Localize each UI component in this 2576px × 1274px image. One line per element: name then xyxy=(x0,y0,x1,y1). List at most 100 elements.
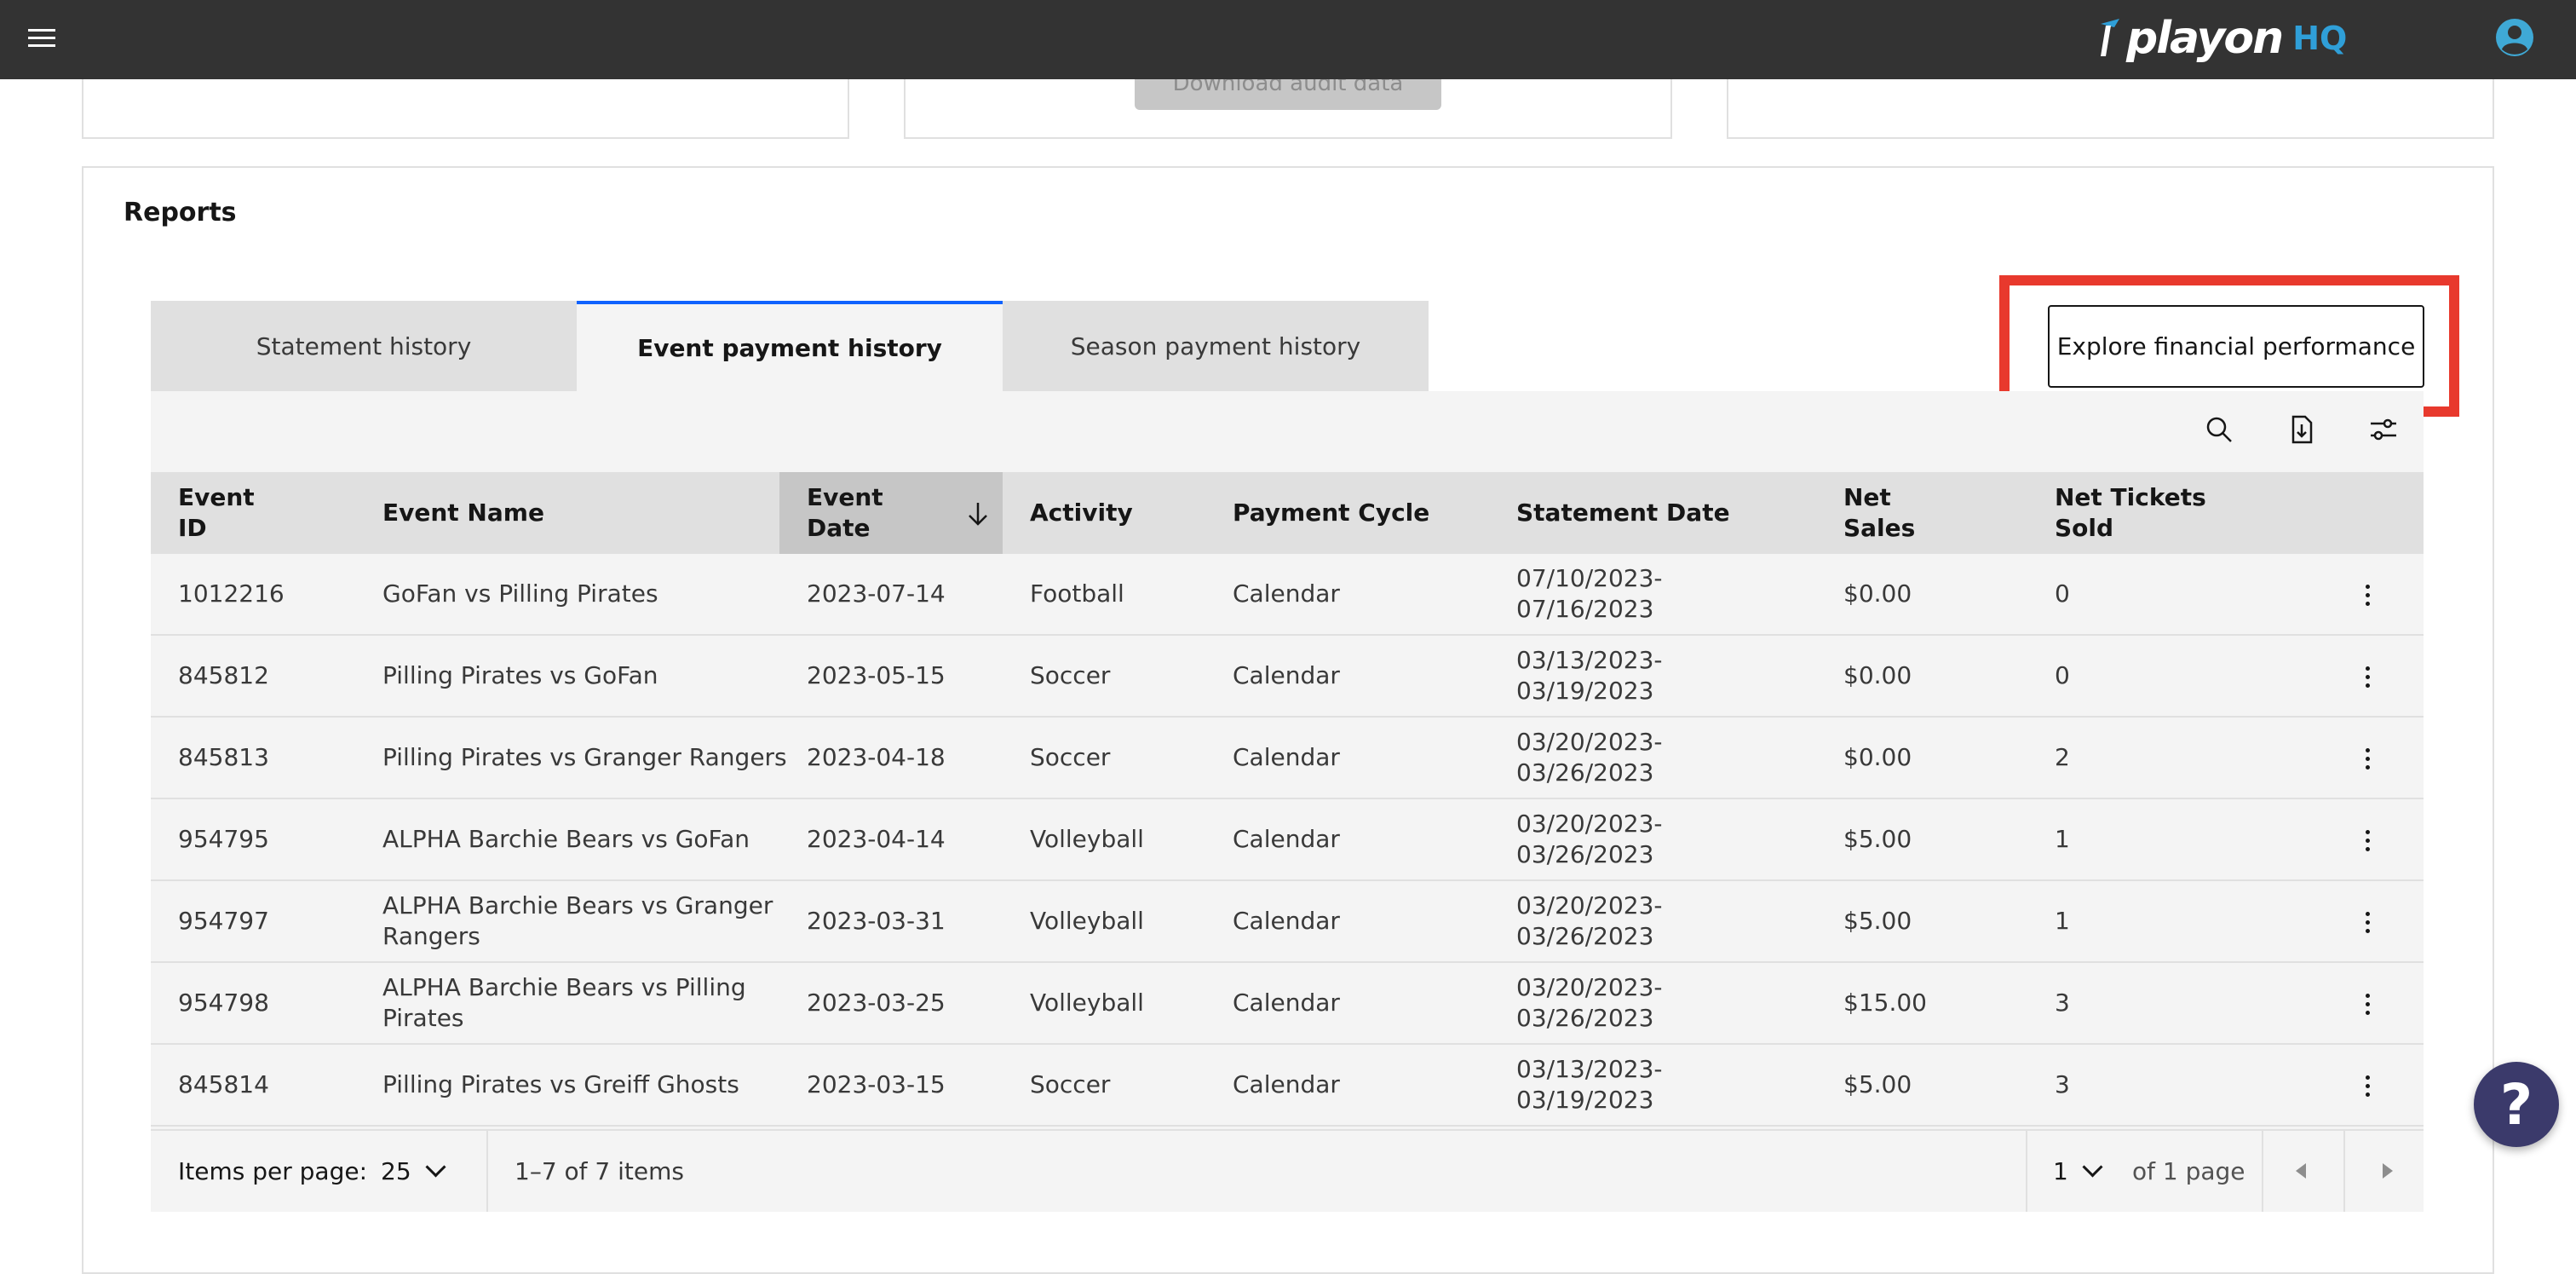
search-icon[interactable] xyxy=(2202,412,2236,447)
tab-label: Statement history xyxy=(256,331,472,360)
table-row[interactable]: 845812 Pilling Pirates vs GoFan 2023-05-15… xyxy=(151,636,2424,718)
cell-event-date: 2023-04-18 xyxy=(807,743,946,771)
cell-statement-date: 03/13/2023- 03/19/2023 xyxy=(1516,646,1663,705)
table-row[interactable]: 954798 ALPHA Barchie Bears vs Pilling Pir… xyxy=(151,963,2424,1045)
overflow-menu-icon[interactable] xyxy=(2350,741,2384,775)
column-header-net-tickets-sold[interactable]: Net Tickets Sold xyxy=(2055,472,2206,554)
cell-event-id: 954797 xyxy=(178,907,269,935)
table-header: Event ID Event Name Event Date Activity … xyxy=(151,472,2424,554)
cell-event-id: 954798 xyxy=(178,989,269,1017)
cell-event-name: Pilling Pirates vs GoFan xyxy=(382,661,658,689)
tab-label: Event payment history xyxy=(637,333,942,362)
column-header-net-sales[interactable]: Net Sales xyxy=(1843,472,1915,554)
page-select[interactable]: 1 xyxy=(2053,1131,2103,1212)
tab-statement-history[interactable]: Statement history xyxy=(151,301,577,391)
overflow-menu-icon[interactable] xyxy=(2350,660,2384,694)
cell-net-sales: $0.00 xyxy=(1843,743,1912,771)
cell-event-id: 845813 xyxy=(178,743,269,771)
table-row[interactable]: 954797 ALPHA Barchie Bears vs Granger Ran… xyxy=(151,881,2424,963)
download-audit-data-button[interactable]: Download audit data xyxy=(1135,79,1441,110)
column-header-event-date[interactable]: Event Date xyxy=(779,472,1003,554)
column-header-event-name[interactable]: Event Name xyxy=(382,472,544,554)
cell-event-name: ALPHA Barchie Bears vs GoFan xyxy=(382,825,750,853)
page-total-text: of 1 page xyxy=(2132,1157,2245,1185)
summary-card-left xyxy=(82,79,849,139)
next-page-icon[interactable] xyxy=(2383,1163,2393,1179)
items-per-page-label: Items per page: xyxy=(178,1157,368,1185)
cell-statement-date: 03/20/2023- 03/26/2023 xyxy=(1516,973,1663,1032)
overflow-menu-icon[interactable] xyxy=(2350,578,2384,612)
cell-event-date: 2023-03-31 xyxy=(807,907,946,935)
cell-statement-date: 03/20/2023- 03/26/2023 xyxy=(1516,728,1663,787)
cell-event-date: 2023-04-14 xyxy=(807,825,946,853)
cell-event-id: 954795 xyxy=(178,825,269,853)
overflow-menu-icon[interactable] xyxy=(2350,1069,2384,1103)
tab-season-payment-history[interactable]: Season payment history xyxy=(1003,301,1429,391)
cell-net-tickets-sold: 1 xyxy=(2055,825,2070,853)
playon-hq-logo[interactable]: playon HQ xyxy=(2097,10,2347,66)
pagination-bar: Items per page: 25 1–7 of 7 items 1 of 1… xyxy=(151,1129,2424,1212)
column-header-activity[interactable]: Activity xyxy=(1030,472,1133,554)
cell-activity: Volleyball xyxy=(1030,989,1144,1017)
items-per-page-select[interactable]: 25 xyxy=(381,1131,446,1212)
items-per-page-value: 25 xyxy=(381,1157,411,1185)
user-avatar-icon[interactable] xyxy=(2494,17,2535,58)
cell-event-date: 2023-07-14 xyxy=(807,579,946,608)
pager-divider xyxy=(2026,1131,2027,1212)
chevron-down-icon xyxy=(425,1156,446,1178)
cell-event-name: GoFan vs Pilling Pirates xyxy=(382,579,658,608)
top-navigation-bar: playon HQ xyxy=(0,0,2576,79)
cell-event-id: 1012216 xyxy=(178,579,285,608)
cell-net-tickets-sold: 3 xyxy=(2055,989,2070,1017)
cell-payment-cycle: Calendar xyxy=(1233,825,1340,853)
cell-event-date: 2023-05-15 xyxy=(807,661,946,689)
cell-activity: Soccer xyxy=(1030,1070,1111,1098)
overflow-menu-icon[interactable] xyxy=(2350,823,2384,857)
column-header-payment-cycle[interactable]: Payment Cycle xyxy=(1233,472,1429,554)
cell-statement-date: 03/20/2023- 03/26/2023 xyxy=(1516,810,1663,868)
cell-event-id: 845812 xyxy=(178,661,269,689)
cell-net-sales: $0.00 xyxy=(1843,579,1912,608)
table-row[interactable]: 845813 Pilling Pirates vs Granger Rangers… xyxy=(151,718,2424,799)
cell-payment-cycle: Calendar xyxy=(1233,1070,1340,1098)
cell-net-tickets-sold: 0 xyxy=(2055,661,2070,689)
cell-activity: Soccer xyxy=(1030,661,1111,689)
column-header-event-id[interactable]: Event ID xyxy=(178,472,255,554)
explore-financial-performance-button[interactable]: Explore financial performance xyxy=(2048,305,2424,388)
settings-adjust-icon[interactable] xyxy=(2366,412,2401,447)
cell-event-name: ALPHA Barchie Bears vs Pilling Pirates xyxy=(382,973,746,1032)
help-button[interactable]: ? xyxy=(2474,1062,2559,1147)
overflow-menu-icon[interactable] xyxy=(2350,987,2384,1021)
cell-event-date: 2023-03-25 xyxy=(807,989,946,1017)
cell-net-sales: $15.00 xyxy=(1843,989,1927,1017)
explore-button-label: Explore financial performance xyxy=(2056,332,2416,360)
page-number-value: 1 xyxy=(2053,1157,2068,1185)
cell-event-id: 845814 xyxy=(178,1070,269,1098)
download-file-icon[interactable] xyxy=(2285,412,2319,447)
column-header-statement-date[interactable]: Statement Date xyxy=(1516,472,1730,554)
cell-net-tickets-sold: 0 xyxy=(2055,579,2070,608)
cell-payment-cycle: Calendar xyxy=(1233,579,1340,608)
table-row[interactable]: 1012216 GoFan vs Pilling Pirates 2023-07-1… xyxy=(151,554,2424,636)
hamburger-menu-icon[interactable] xyxy=(26,24,60,53)
table-row[interactable]: 954795 ALPHA Barchie Bears vs GoFan 2023-0… xyxy=(151,799,2424,881)
cell-net-sales: $5.00 xyxy=(1843,1070,1912,1098)
cell-net-tickets-sold: 2 xyxy=(2055,743,2070,771)
cell-statement-date: 07/10/2023- 07/16/2023 xyxy=(1516,564,1663,623)
cell-payment-cycle: Calendar xyxy=(1233,743,1340,771)
cell-net-sales: $5.00 xyxy=(1843,825,1912,853)
pager-divider xyxy=(486,1131,488,1212)
overflow-menu-icon[interactable] xyxy=(2350,905,2384,939)
logo-hq-text: HQ xyxy=(2292,20,2348,57)
tab-event-payment-history[interactable]: Event payment history xyxy=(577,301,1003,391)
logo-flag-icon xyxy=(2101,19,2119,56)
column-header-label: Event Date xyxy=(807,483,883,542)
pager-divider xyxy=(2343,1131,2345,1212)
cell-net-tickets-sold: 3 xyxy=(2055,1070,2070,1098)
logo-wordmark: playon xyxy=(2126,13,2284,64)
cell-payment-cycle: Calendar xyxy=(1233,907,1340,935)
previous-page-icon[interactable] xyxy=(2296,1163,2306,1179)
cell-event-name: ALPHA Barchie Bears vs Granger Rangers xyxy=(382,891,773,950)
summary-card-right xyxy=(1727,79,2494,139)
table-row[interactable]: 845814 Pilling Pirates vs Greiff Ghosts 20… xyxy=(151,1045,2424,1127)
